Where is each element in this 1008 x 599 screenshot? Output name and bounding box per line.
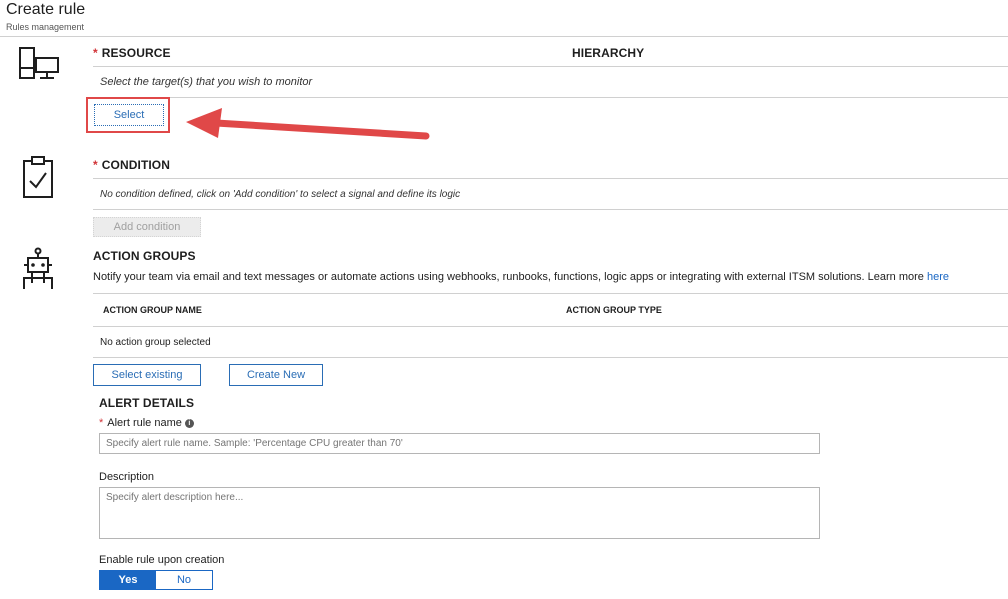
divider <box>93 66 1008 67</box>
divider <box>93 97 1008 98</box>
enable-rule-toggle[interactable]: Yes No <box>99 570 213 590</box>
column-header-action-group-type: ACTION GROUP TYPE <box>566 305 662 315</box>
alert-rule-name-label: * Alert rule name i <box>99 417 194 429</box>
condition-note: No condition defined, click on 'Add cond… <box>100 189 461 200</box>
action-groups-heading: ACTION GROUPS <box>93 249 196 263</box>
empty-action-group-text: No action group selected <box>100 337 211 348</box>
action-groups-description-text: Notify your team via email and text mess… <box>93 271 927 283</box>
divider <box>93 178 1008 179</box>
enable-no-option[interactable]: No <box>156 571 212 589</box>
enable-yes-option[interactable]: Yes <box>100 571 156 589</box>
learn-more-link[interactable]: here <box>927 271 949 283</box>
monitor-icon <box>18 46 62 87</box>
alert-details-heading: ALERT DETAILS <box>99 396 195 410</box>
add-condition-button[interactable]: Add condition <box>93 217 201 237</box>
divider <box>93 209 1008 210</box>
description-textarea[interactable] <box>99 487 820 539</box>
create-new-button[interactable]: Create New <box>229 364 323 386</box>
page-subtitle: Rules management <box>6 22 85 32</box>
resource-heading: * RESOURCE <box>93 46 171 60</box>
enable-rule-label: Enable rule upon creation <box>99 554 225 566</box>
column-header-action-group-name: ACTION GROUP NAME <box>103 305 202 315</box>
required-asterisk: * <box>93 46 98 60</box>
info-icon[interactable]: i <box>184 418 194 428</box>
divider <box>93 357 1008 358</box>
description-label: Description <box>99 471 155 483</box>
select-resource-button[interactable]: Select <box>94 104 164 126</box>
alert-rule-name-input[interactable] <box>99 433 820 454</box>
action-groups-description: Notify your team via email and text mess… <box>93 271 949 283</box>
alert-rule-name-text: Alert rule name <box>107 417 182 429</box>
page-title: Create rule <box>6 1 86 18</box>
divider <box>93 293 1008 294</box>
required-asterisk: * <box>99 417 104 429</box>
hierarchy-heading: HIERARCHY <box>572 46 645 60</box>
header-divider <box>0 36 1008 37</box>
divider <box>93 326 1008 327</box>
resource-note: Select the target(s) that you wish to mo… <box>100 76 313 88</box>
select-existing-button[interactable]: Select existing <box>93 364 201 386</box>
clipboard-check-icon <box>22 155 56 204</box>
resource-label: RESOURCE <box>101 46 171 60</box>
condition-label: CONDITION <box>101 158 171 172</box>
red-arrow-annotation <box>170 104 440 153</box>
condition-heading: * CONDITION <box>93 158 170 172</box>
required-asterisk: * <box>93 158 98 172</box>
robot-icon <box>20 247 56 296</box>
